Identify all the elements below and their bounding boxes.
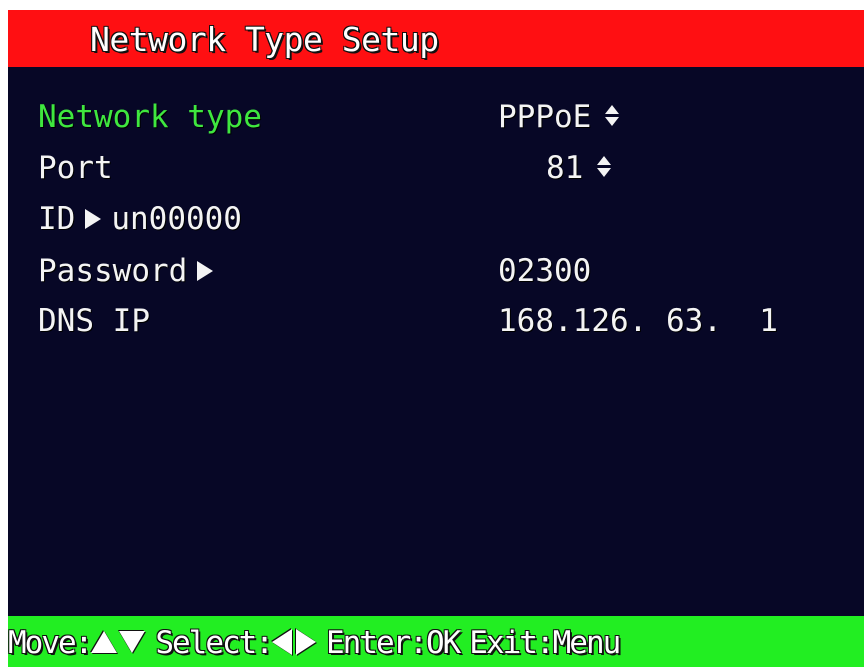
port-value[interactable]: 81: [546, 150, 612, 186]
page-title: Network Type Setup: [90, 20, 439, 59]
port-value-text: 81: [546, 150, 584, 186]
triangle-left-icon: [271, 628, 292, 655]
dns-ip-value[interactable]: 168.126. 63. 1: [498, 303, 778, 339]
network-type-value-text: PPPoE: [498, 99, 592, 135]
id-row[interactable]: ID un00000: [38, 201, 242, 237]
password-label: Password: [38, 253, 188, 289]
select-hint-label: Select:: [155, 625, 274, 661]
dns-ip-label[interactable]: DNS IP: [38, 303, 150, 339]
exit-hint-label: Exit:Menu: [469, 625, 621, 661]
id-label: ID: [38, 201, 76, 237]
enter-hint-label: Enter:OK: [325, 625, 461, 661]
id-value: un00000: [111, 201, 242, 237]
right-arrow-icon: [197, 260, 214, 281]
triangle-up-icon: [91, 630, 118, 653]
port-label[interactable]: Port: [38, 150, 113, 186]
password-value: 02300: [498, 253, 592, 289]
network-type-value[interactable]: PPPoE: [498, 99, 620, 135]
triangle-right-icon: [295, 628, 316, 655]
footer-hint-bar: Move: Select: Enter:OK Exit:Menu: [8, 616, 864, 667]
updown-arrows-icon: [605, 104, 620, 127]
network-type-label[interactable]: Network type: [38, 99, 262, 135]
right-arrow-icon: [85, 208, 102, 229]
footer-hints: Move: Select: Enter:OK Exit:Menu: [8, 625, 621, 661]
triangle-down-icon: [119, 630, 146, 653]
title-bar: Network Type Setup: [8, 10, 864, 67]
move-hint-label: Move:: [8, 625, 93, 661]
updown-arrows-icon: [597, 155, 612, 178]
osd-screen: Network Type Setup Network type PPPoE Po…: [8, 10, 864, 667]
password-row[interactable]: Password: [38, 253, 223, 289]
